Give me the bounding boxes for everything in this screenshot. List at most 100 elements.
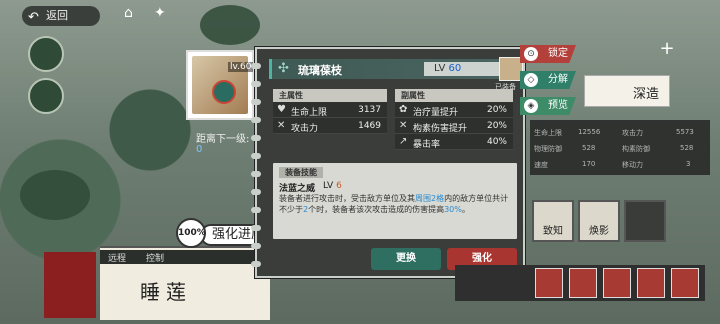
stat-label: 移动力 (622, 161, 643, 169)
level-label: LV (434, 63, 446, 74)
skill-desc-part: 。 (461, 205, 470, 214)
main-attr-title: 主属性 (273, 89, 387, 102)
skill-level-label: LV (323, 181, 334, 191)
skill-desc-part: 装备者进行攻击时，受击敌方单位及其 (279, 194, 415, 203)
faction-emblem (44, 252, 96, 318)
decompose-button[interactable]: ◇ 分解 (520, 71, 576, 89)
main-attributes: 主属性 ♥ 生命上限 3137 ✕ 攻击力 1469 (273, 89, 387, 134)
level-value: 60 (448, 63, 462, 74)
attr-row: ✿ 治疗量提升 20% (395, 102, 513, 118)
attr-label: 暴击率 (413, 140, 441, 150)
equipment-name: 琉璃葆枝 (298, 64, 342, 77)
lock-button[interactable]: ⊙ 锁定 (520, 45, 576, 63)
distance-value: 0 (196, 144, 203, 155)
equipment-slot[interactable] (569, 268, 597, 298)
tag-ranged: 远程 (108, 254, 127, 264)
lily-pad (20, 170, 90, 220)
stat-value: 528 (680, 144, 694, 152)
attr-label: 构素伤害提升 (413, 124, 468, 134)
home-icon[interactable]: ⌂ (124, 5, 142, 23)
stat-label: 构素防御 (622, 145, 650, 153)
lock-label: 锁定 (548, 48, 568, 59)
heart-badge-icon[interactable] (28, 78, 64, 114)
character-name: 睡莲 (140, 280, 192, 304)
attr-row: ↗ 暴击率 40% (395, 134, 513, 150)
attr-label: 生命上限 (291, 108, 328, 118)
decompose-label: 分解 (548, 74, 568, 85)
deep-study-label: 深造 (633, 87, 660, 102)
stat-value: 5573 (676, 128, 694, 136)
stat-label: 生命上限 (534, 129, 562, 137)
stat-value: 528 (582, 144, 596, 152)
equipment-skill: 装备技能 法蓝之威 LV 6 装备者进行攻击时，受击敌方单位及其周围2格内的敌方… (273, 163, 517, 239)
heal-icon: ✿ (399, 104, 408, 115)
star-icon[interactable]: ✦ (154, 5, 172, 23)
stat-value: 12556 (578, 128, 601, 136)
costume-tile[interactable] (624, 200, 666, 242)
attr-value: 40% (486, 137, 507, 147)
back-arrow-icon: ↶ (28, 10, 39, 25)
huanying-label: 焕影 (589, 226, 609, 237)
skill-level-value: 6 (336, 181, 342, 191)
back-button[interactable]: ↶ 返回 (22, 6, 100, 26)
equipment-slots (455, 265, 705, 301)
add-icon[interactable]: + (655, 38, 679, 59)
equipment-card[interactable]: lv.60 (186, 50, 254, 120)
equipment-slot[interactable] (637, 268, 665, 298)
character-tags: 远程 控制 (100, 250, 260, 264)
attr-value: 20% (486, 105, 507, 115)
equipment-art: lv.60 (192, 56, 254, 114)
sub-attr-title: 副属性 (395, 89, 513, 102)
equipment-detail-panel: ✣ 琉璃葆枝 LV 60 已装备 主属性 ♥ 生命上限 3137 ✕ 攻击力 1469 … (251, 47, 525, 278)
attr-value: 20% (486, 121, 507, 131)
equipment-level: lv.60 (228, 62, 254, 72)
equipment-slot[interactable] (603, 268, 631, 298)
zhizhi-tile[interactable]: 致知 (532, 200, 574, 242)
stat-label: 速度 (534, 161, 548, 169)
attr-label: 治疗量提升 (413, 108, 459, 118)
deep-study-tile[interactable]: 深造 (584, 75, 670, 107)
skill-title: 装备技能 (279, 167, 323, 178)
enhance-progress-percent: 100% (176, 218, 206, 248)
equipment-level-box: LV 60 (424, 62, 500, 76)
top-bar: ↶ 返回 ⌂ ✦ (0, 0, 720, 30)
skill-description: 装备者进行攻击时，受击敌方单位及其周围2格内的敌方单位共计不少于2个时，装备者该… (279, 193, 511, 215)
attr-value: 1469 (358, 121, 381, 131)
heart-icon: ♥ (277, 104, 286, 115)
attr-row: ✕ 攻击力 1469 (273, 118, 387, 134)
ornament-icon (212, 80, 236, 104)
decompose-icon: ◇ (524, 73, 538, 87)
enhance-progress: 强化进度 100% (172, 218, 273, 252)
skill-level: LV 6 (323, 181, 342, 191)
zhizhi-label: 致知 (543, 226, 563, 237)
attr-value: 3137 (358, 105, 381, 115)
swords-icon: ✕ (277, 120, 286, 131)
skill-desc-part: 个时，装备者该次攻击造成的伤害提高 (308, 205, 445, 214)
huanying-tile[interactable]: 焕影 (578, 200, 620, 242)
stat-label: 物理防御 (534, 145, 562, 153)
sub-attributes: 副属性 ✿ 治疗量提升 20% ✕ 构素伤害提升 20% ↗ 暴击率 40% (395, 89, 513, 150)
bind-icon: ✕ (399, 120, 408, 131)
character-stats: 生命上限 12556 攻击力 5573 物理防御 528 构素防御 528 速度… (530, 120, 710, 175)
skill-desc-highlight: 30% (444, 205, 462, 214)
lock-icon: ⊙ (524, 47, 538, 61)
replace-button[interactable]: 更换 (371, 248, 441, 270)
preview-icon: ◈ (524, 99, 538, 113)
character-icon[interactable] (28, 36, 64, 72)
preview-button[interactable]: ◈ 预览 (520, 97, 576, 115)
attr-label: 攻击力 (291, 124, 319, 134)
attr-row: ♥ 生命上限 3137 (273, 102, 387, 118)
knot-icon: ✣ (278, 61, 289, 76)
equipment-slot[interactable] (671, 268, 699, 298)
stat-label: 攻击力 (622, 129, 643, 137)
back-label: 返回 (46, 9, 68, 22)
distance-label: 距离下一级: (196, 134, 250, 145)
equipment-slot[interactable] (535, 268, 563, 298)
attr-row: ✕ 构素伤害提升 20% (395, 118, 513, 134)
stat-value: 170 (582, 160, 596, 168)
skill-desc-highlight: 周围2格 (415, 194, 445, 203)
crit-icon: ↗ (399, 136, 408, 147)
preview-label: 预览 (548, 100, 568, 111)
stat-value: 3 (686, 160, 691, 168)
equipment-header: ✣ 琉璃葆枝 LV 60 (269, 59, 500, 79)
